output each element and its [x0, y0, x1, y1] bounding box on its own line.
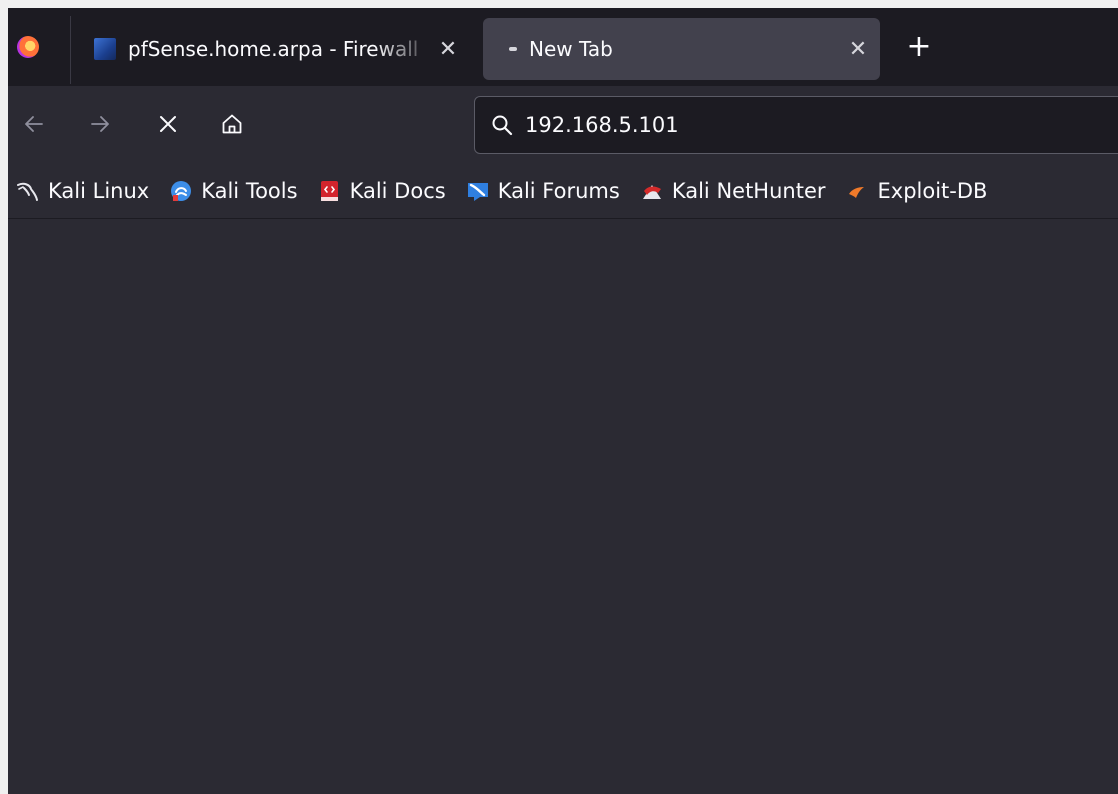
tab-strip: pfSense.home.arpa - Firewall ✕ New Tab ✕… [8, 8, 1118, 86]
url-input[interactable] [525, 113, 1085, 137]
tab-new-tab[interactable]: New Tab ✕ [483, 18, 880, 80]
new-tab-button[interactable]: + [903, 30, 935, 64]
home-button[interactable] [212, 104, 252, 144]
bookmark-label: Exploit-DB [877, 179, 988, 203]
bookmark-kali-linux[interactable]: Kali Linux [10, 171, 153, 211]
bookmark-kali-tools[interactable]: Kali Tools [163, 171, 301, 211]
forward-button[interactable] [80, 104, 120, 144]
kali-nethunter-icon [640, 179, 664, 203]
kali-dragon-icon [16, 179, 40, 203]
bookmark-kali-docs[interactable]: Kali Docs [312, 171, 450, 211]
stop-loading-button[interactable] [148, 104, 188, 144]
tab-title: pfSense.home.arpa - Firewall [128, 37, 419, 61]
tab-divider [70, 16, 71, 84]
kali-tools-icon [169, 179, 193, 203]
bookmark-exploit-db[interactable]: Exploit-DB [840, 171, 992, 211]
arrow-left-icon [25, 116, 43, 132]
tab-close-icon[interactable]: ✕ [436, 37, 460, 62]
browser-window: pfSense.home.arpa - Firewall ✕ New Tab ✕… [8, 8, 1118, 794]
arrow-right-icon [91, 116, 109, 132]
bookmark-label: Kali Linux [48, 179, 150, 203]
firefox-logo-icon[interactable] [17, 36, 39, 58]
bookmark-kali-nethunter[interactable]: Kali NetHunter [634, 171, 830, 211]
bookmark-kali-forums[interactable]: Kali Forums [460, 171, 624, 211]
address-bar[interactable] [474, 96, 1118, 154]
kali-docs-icon [318, 179, 342, 203]
bookmark-label: Kali Tools [201, 179, 298, 203]
newtab-dot-icon [509, 47, 517, 51]
tab-close-icon[interactable]: ✕ [846, 37, 870, 62]
tab-title: New Tab [529, 37, 613, 61]
back-button[interactable] [14, 104, 54, 144]
kali-forums-icon [466, 179, 490, 203]
bookmark-label: Kali Docs [349, 179, 446, 203]
bookmark-label: Kali NetHunter [671, 179, 826, 203]
stop-icon [160, 116, 176, 132]
home-icon [222, 114, 242, 134]
navigation-toolbar [8, 86, 1118, 164]
exploit-db-icon [846, 179, 870, 203]
search-icon [489, 112, 515, 138]
bookmark-label: Kali Forums [497, 179, 620, 203]
tab-pfsense[interactable]: pfSense.home.arpa - Firewall ✕ [82, 18, 470, 80]
page-content[interactable] [8, 219, 1118, 794]
bookmarks-toolbar: Kali Linux Kali Tools Kali Docs Kali For… [8, 164, 1118, 219]
pfsense-favicon-icon [94, 38, 116, 60]
